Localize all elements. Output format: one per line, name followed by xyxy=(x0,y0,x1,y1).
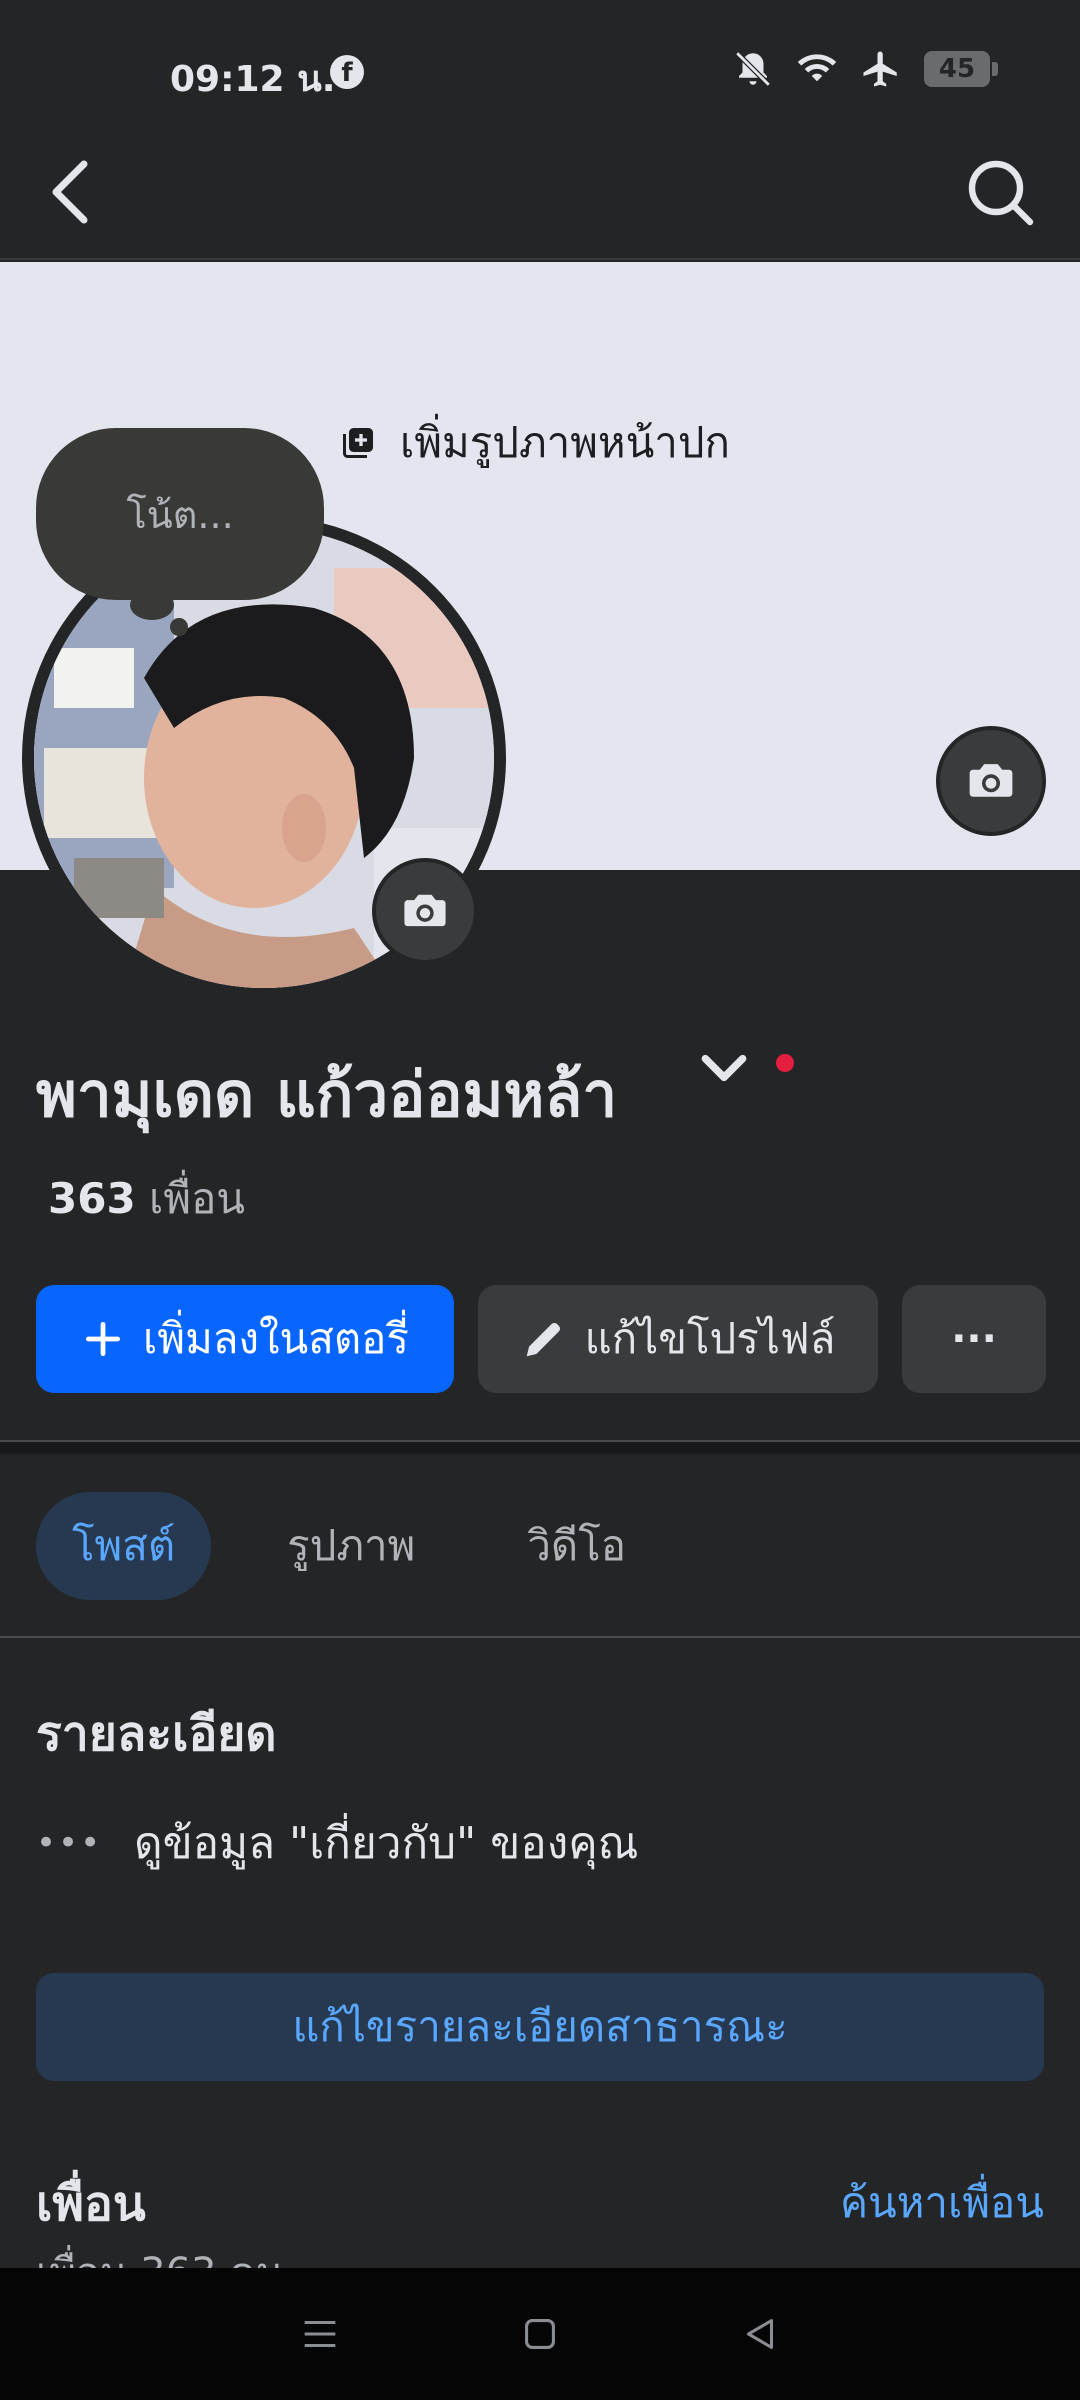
tabs-divider xyxy=(0,1636,1080,1638)
friends-section-title: เพื่อน xyxy=(36,2176,146,2232)
avatar-camera-button[interactable] xyxy=(372,858,478,964)
facebook-notification-icon: f xyxy=(330,55,364,89)
more-options-button[interactable]: ··· xyxy=(902,1285,1046,1393)
tab-videos[interactable]: วิดีโอ xyxy=(491,1492,662,1600)
add-photo-icon xyxy=(343,428,373,458)
menu-icon[interactable] xyxy=(297,2311,343,2357)
edit-public-details-button[interactable]: แก้ไขรายละเอียดสาธารณะ xyxy=(36,1973,1044,2081)
note-placeholder: โน้ต... xyxy=(126,492,234,537)
friends-label: เพื่อน xyxy=(149,1174,246,1223)
tab-posts[interactable]: โพสต์ xyxy=(36,1492,212,1600)
about-link-row[interactable]: ••• ดูข้อมูล "เกี่ยวกับ" ของคุณ xyxy=(36,1808,638,1878)
edit-public-details-label: แก้ไขรายละเอียดสาธารณะ xyxy=(292,2002,788,2051)
edit-profile-button[interactable]: แก้ไขโปรไฟล์ xyxy=(478,1285,878,1393)
more-icon: ··· xyxy=(951,1316,997,1362)
find-friends-link[interactable]: ค้นหาเพื่อน xyxy=(840,2170,1044,2236)
status-bar: 09:12 น. f 45 xyxy=(0,0,1080,130)
pencil-icon xyxy=(526,1322,560,1357)
bell-off-icon xyxy=(735,51,771,87)
add-to-story-label: เพิ่มลงในสตอรี่ xyxy=(143,1314,409,1363)
chevron-down-icon[interactable] xyxy=(696,1040,752,1096)
battery-icon: 45 xyxy=(924,51,998,87)
section-divider xyxy=(0,1440,1080,1454)
friends-count: 363 xyxy=(48,1174,136,1223)
note-bubble-tail-dot xyxy=(170,618,188,636)
status-time: 09:12 น. xyxy=(170,59,336,100)
plus-icon xyxy=(85,1321,121,1357)
status-icons: 45 xyxy=(732,48,998,90)
note-bubble-tail xyxy=(130,590,174,620)
cover-camera-button[interactable] xyxy=(936,726,1046,836)
about-link: ดูข้อมูล "เกี่ยวกับ" ของคุณ xyxy=(134,1818,639,1869)
more-dots-icon: ••• xyxy=(36,1823,103,1863)
details-title: รายละเอียด xyxy=(36,1706,277,1762)
note-bubble[interactable]: โน้ต... xyxy=(36,428,324,600)
wifi-icon xyxy=(797,54,837,82)
back-icon[interactable] xyxy=(737,2311,783,2357)
tab-photos[interactable]: รูปภาพ xyxy=(251,1492,451,1600)
system-nav-bar xyxy=(0,2268,1080,2400)
notification-dot xyxy=(776,1054,794,1072)
profile-tabs: โพสต์ รูปภาพ วิดีโอ xyxy=(36,1492,662,1600)
add-cover-photo-button[interactable]: เพิ่มรูปภาพหน้าปก xyxy=(340,410,730,476)
camera-icon xyxy=(969,764,1013,797)
airplane-icon xyxy=(863,51,897,87)
add-cover-label: เพิ่มรูปภาพหน้าปก xyxy=(400,418,730,467)
friends-count-line[interactable]: 363 เพื่อน xyxy=(48,1166,245,1232)
back-arrow-icon[interactable] xyxy=(40,152,100,232)
top-nav xyxy=(0,130,1080,260)
edit-profile-label: แก้ไขโปรไฟล์ xyxy=(584,1314,836,1363)
search-icon[interactable] xyxy=(960,152,1040,232)
profile-name: พามุเดด แก้วอ่อมหล้า xyxy=(36,1058,618,1131)
home-icon[interactable] xyxy=(517,2311,563,2357)
camera-icon xyxy=(404,894,446,927)
add-to-story-button[interactable]: เพิ่มลงในสตอรี่ xyxy=(36,1285,454,1393)
